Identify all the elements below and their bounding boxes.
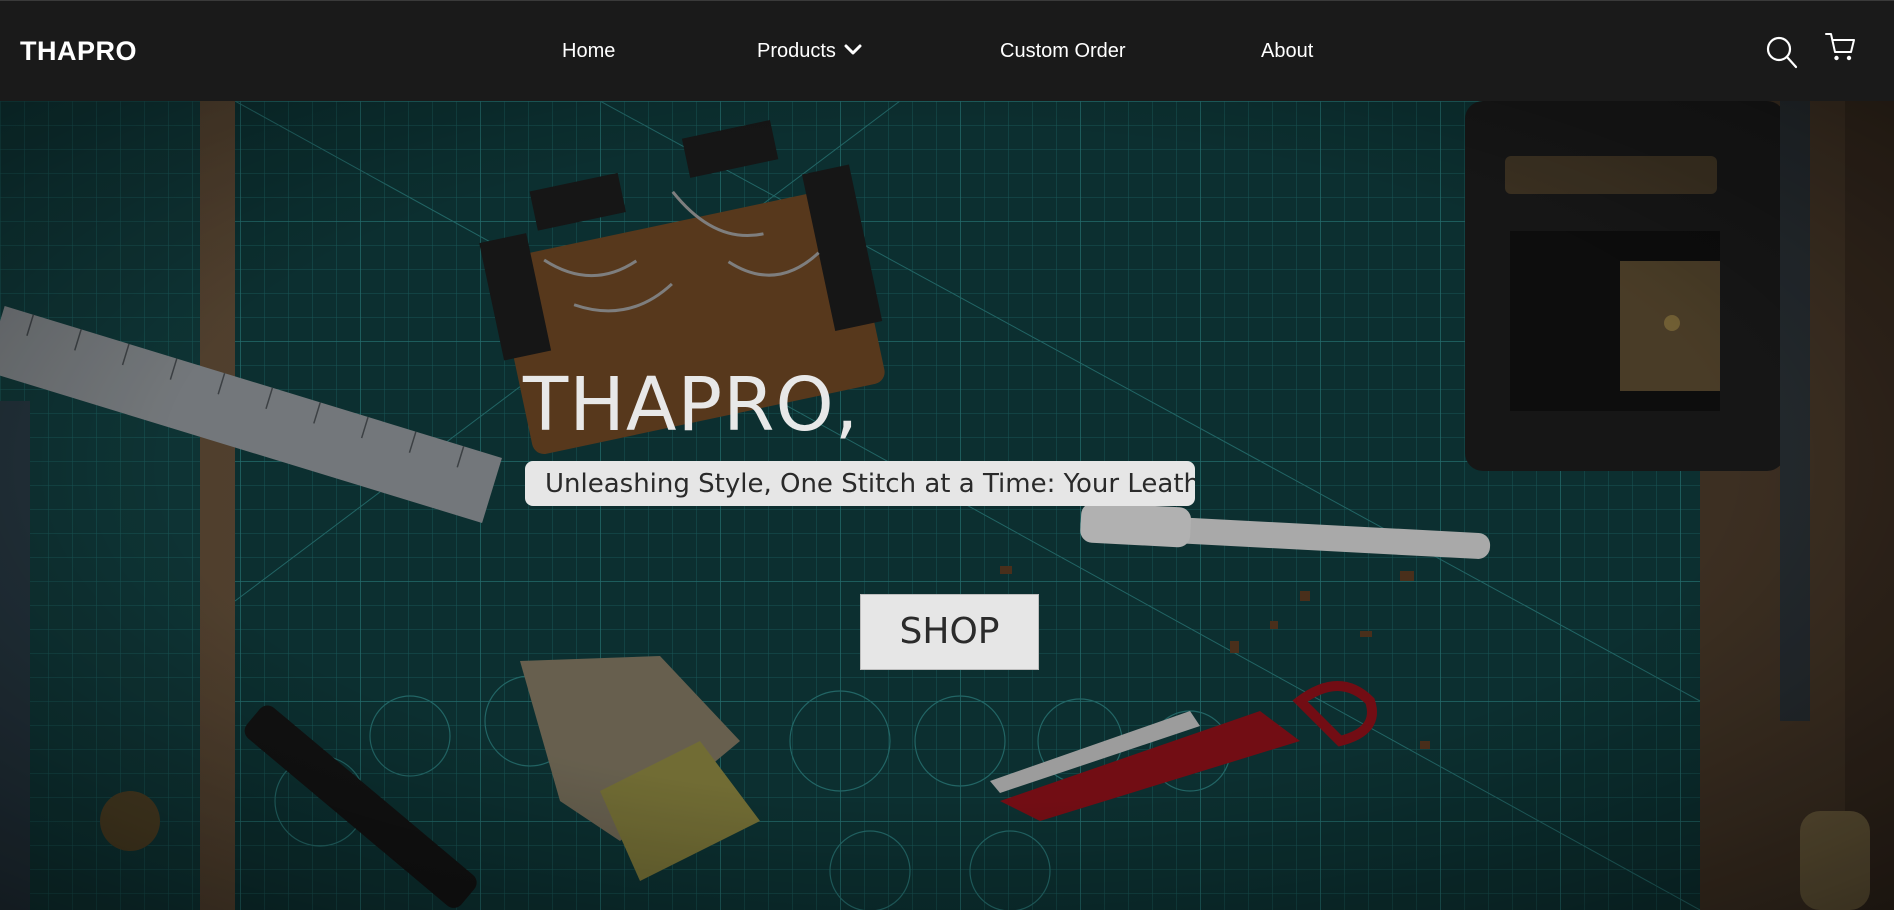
- nav-about-link[interactable]: About: [1261, 40, 1313, 63]
- brand-logo[interactable]: THAPRO: [20, 36, 137, 67]
- nav-home-link[interactable]: Home: [562, 40, 615, 63]
- page: THAPRO Home Products Custom Order About: [0, 0, 1894, 910]
- chevron-down-icon[interactable]: [844, 39, 862, 62]
- search-icon[interactable]: [1766, 35, 1798, 69]
- hero-tagline: Unleashing Style, One Stitch at a Time: …: [525, 461, 1195, 506]
- navbar: THAPRO Home Products Custom Order About: [0, 0, 1894, 101]
- hero-title: THAPRO,: [523, 362, 860, 448]
- nav-products-label: Products: [757, 40, 836, 62]
- nav-custom-order-link[interactable]: Custom Order: [1000, 40, 1126, 63]
- nav-products-link[interactable]: Products: [757, 40, 862, 63]
- hero-section: THAPRO, Unleashing Style, One Stitch at …: [0, 101, 1894, 910]
- shop-button[interactable]: SHOP: [860, 594, 1039, 670]
- cart-icon[interactable]: [1824, 31, 1856, 63]
